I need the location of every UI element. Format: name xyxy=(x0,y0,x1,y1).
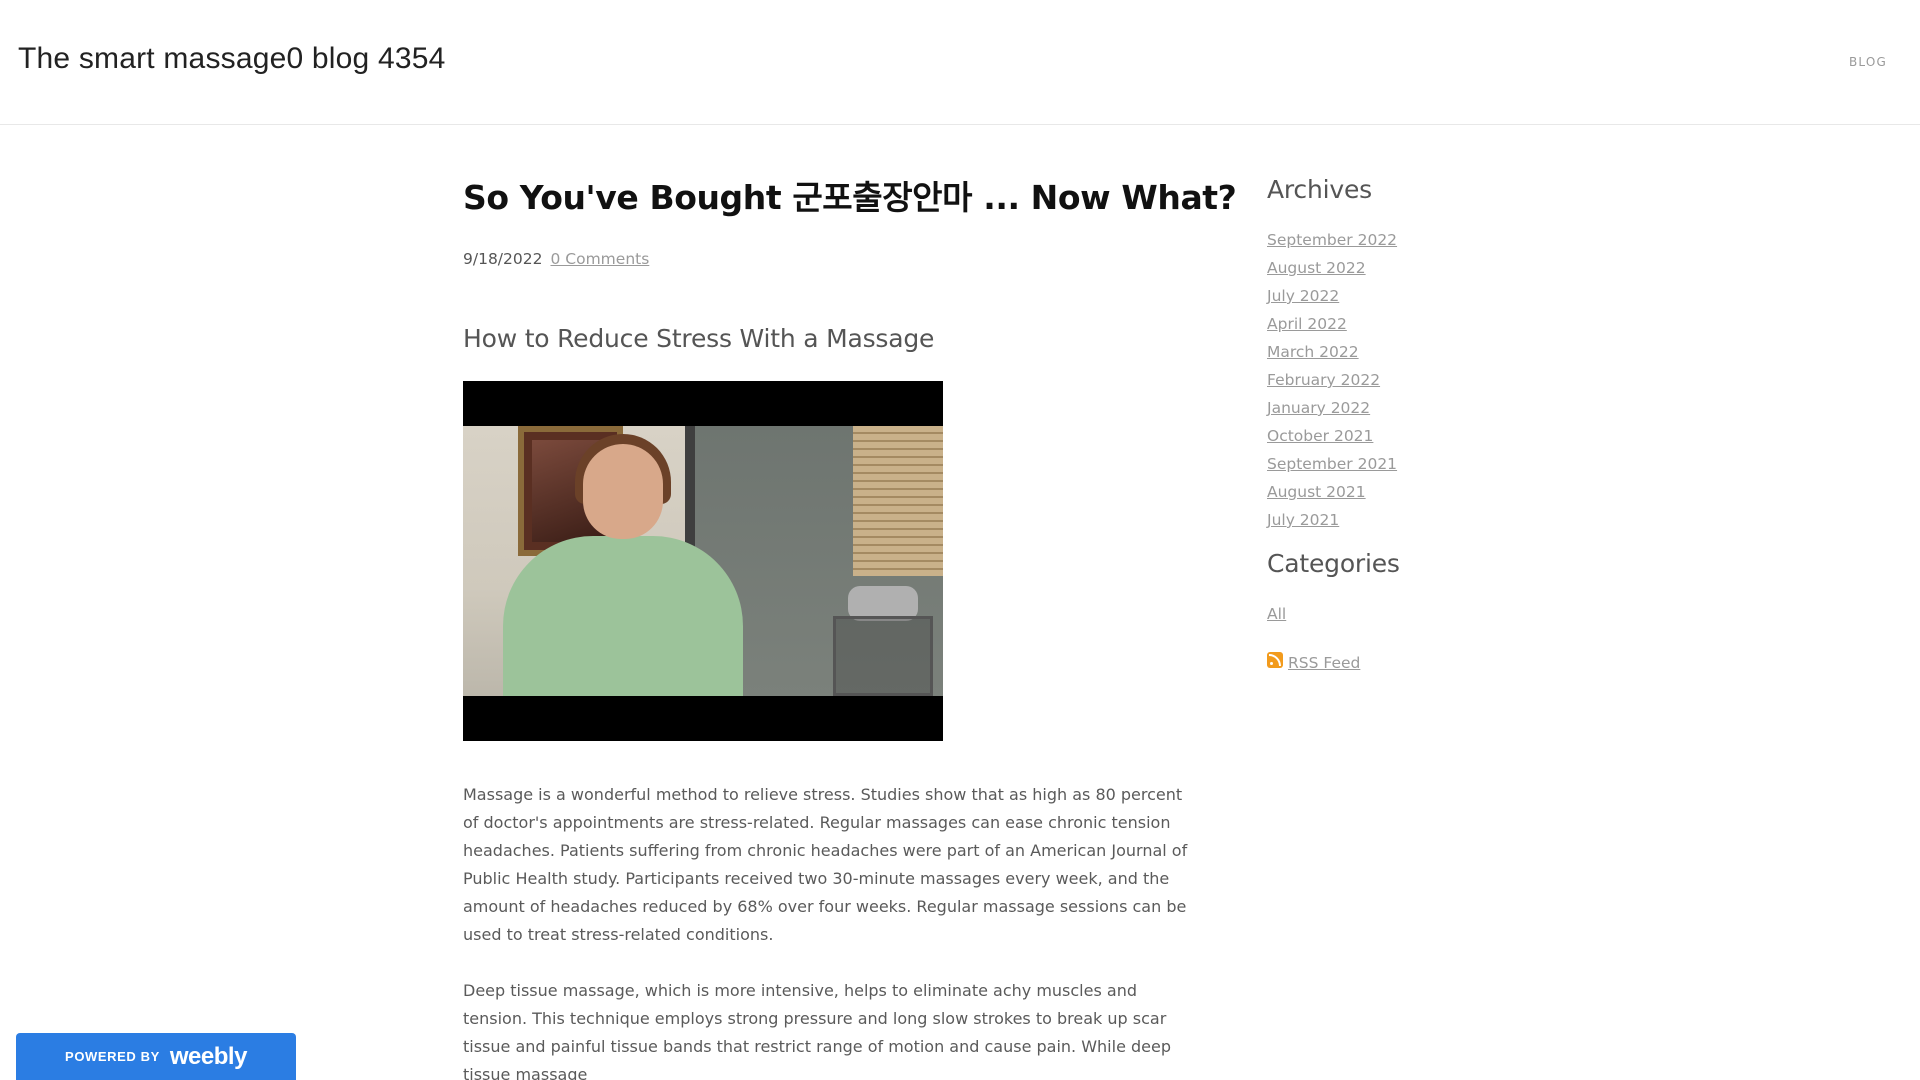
archive-item: March 2022 xyxy=(1267,338,1527,366)
archive-link-july-2021[interactable]: July 2021 xyxy=(1267,511,1339,529)
rss-feed: RSS Feed xyxy=(1267,652,1527,672)
post-title[interactable]: So You've Bought 군포출장안마 ... Now What? xyxy=(463,178,1237,218)
site-title[interactable]: The smart massage0 blog 4354 xyxy=(18,42,446,76)
archive-item: October 2021 xyxy=(1267,422,1527,450)
comments-link[interactable]: 0 Comments xyxy=(550,250,649,268)
rss-feed-link[interactable]: RSS Feed xyxy=(1288,654,1360,672)
archive-link-july-2022[interactable]: July 2022 xyxy=(1267,287,1339,305)
thumbnail-person-head xyxy=(583,443,663,539)
archives-title: Archives xyxy=(1267,175,1372,204)
archive-link-august-2021[interactable]: August 2021 xyxy=(1267,483,1366,501)
thumbnail-cart xyxy=(833,615,933,696)
weebly-badge[interactable]: POWERED BY weebly xyxy=(16,1033,296,1080)
sidebar: Archives September 2022 August 2022 July… xyxy=(1267,125,1527,672)
archive-link-january-2022[interactable]: January 2022 xyxy=(1267,399,1370,417)
main-content: So You've Bought 군포출장안마 ... Now What? 9/… xyxy=(463,125,1237,1080)
archive-link-september-2021[interactable]: September 2021 xyxy=(1267,455,1397,473)
archive-item: April 2022 xyxy=(1267,310,1527,338)
archive-link-march-2022[interactable]: March 2022 xyxy=(1267,343,1359,361)
thumbnail-person-body xyxy=(503,535,743,696)
video-thumbnail[interactable] xyxy=(463,425,943,696)
post-paragraph: Massage is a wonderful method to relieve… xyxy=(463,784,1188,944)
rss-icon[interactable] xyxy=(1267,652,1283,668)
archive-item: September 2022 xyxy=(1267,226,1527,254)
video-player[interactable] xyxy=(463,380,943,741)
categories-title: Categories xyxy=(1267,549,1400,578)
nav-link-blog[interactable]: BLOG xyxy=(1849,55,1887,69)
post-date: 9/18/2022 xyxy=(463,249,543,268)
post-body: Massage is a wonderful method to relieve… xyxy=(463,781,1199,1080)
archive-item: August 2021 xyxy=(1267,478,1527,506)
archive-link-august-2022[interactable]: August 2022 xyxy=(1267,259,1366,277)
section-heading: How to Reduce Stress With a Massage xyxy=(463,323,935,353)
archive-link-april-2022[interactable]: April 2022 xyxy=(1267,315,1347,333)
archive-link-february-2022[interactable]: February 2022 xyxy=(1267,371,1380,389)
thumbnail-blinds xyxy=(853,425,943,576)
archive-item: August 2022 xyxy=(1267,254,1527,282)
archive-item: September 2021 xyxy=(1267,450,1527,478)
post-meta: 9/18/2022 0 Comments xyxy=(463,250,1199,268)
post-paragraph: Deep tissue massage, which is more inten… xyxy=(463,980,1171,1080)
archive-item: February 2022 xyxy=(1267,366,1527,394)
archive-link-october-2021[interactable]: October 2021 xyxy=(1267,427,1373,445)
weebly-logo: weebly xyxy=(169,1042,248,1070)
category-link-all[interactable]: All xyxy=(1267,605,1286,623)
archive-link-september-2022[interactable]: September 2022 xyxy=(1267,231,1397,249)
site-header: The smart massage0 blog 4354 BLOG xyxy=(0,0,1920,125)
archive-item: January 2022 xyxy=(1267,394,1527,422)
powered-by-label: POWERED BY xyxy=(65,1049,160,1064)
category-item: All xyxy=(1267,600,1527,628)
category-list: All xyxy=(1267,600,1527,628)
archive-list: September 2022 August 2022 July 2022 Apr… xyxy=(1267,226,1527,534)
archive-item: July 2022 xyxy=(1267,282,1527,310)
archive-item: July 2021 xyxy=(1267,506,1527,534)
